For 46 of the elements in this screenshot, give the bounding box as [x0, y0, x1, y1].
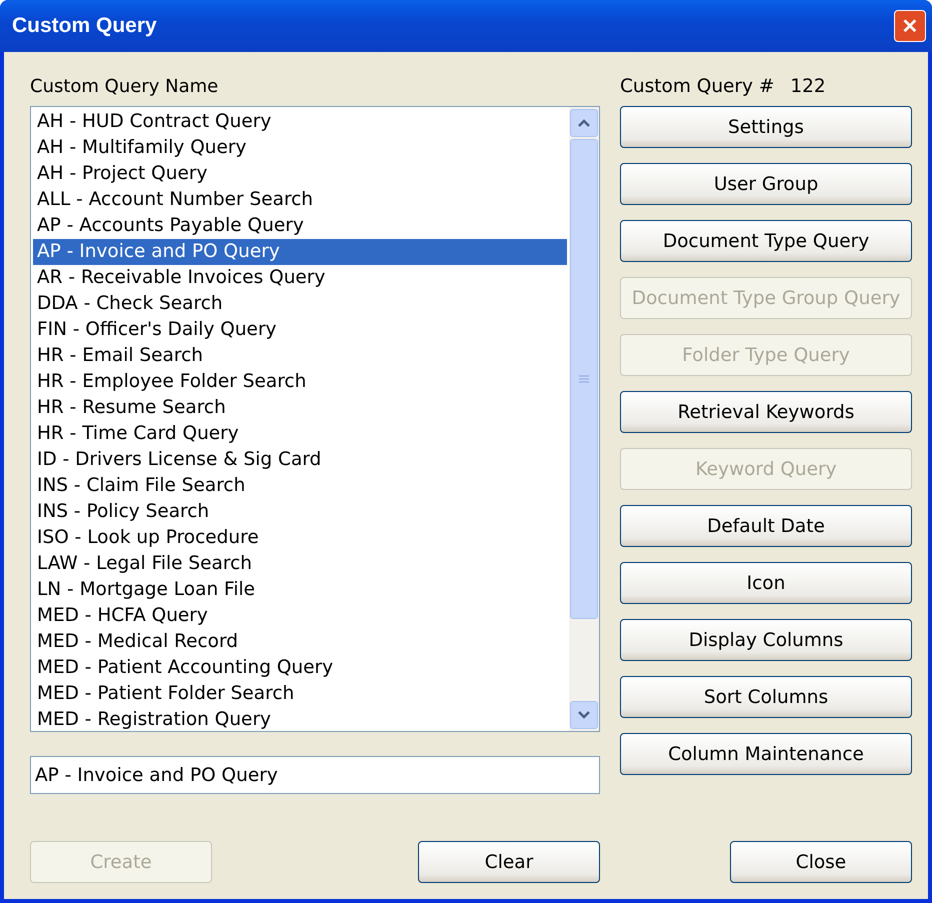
option-button[interactable]: Settings	[620, 106, 912, 148]
close-button[interactable]: ✕	[894, 10, 926, 42]
scroll-down-button[interactable]	[570, 701, 598, 729]
scroll-thumb[interactable]	[570, 139, 598, 619]
list-item[interactable]: LN - Mortgage Loan File	[33, 577, 567, 603]
chevron-down-icon	[578, 711, 590, 719]
list-item[interactable]: INS - Policy Search	[33, 499, 567, 525]
list-item[interactable]: ISO - Look up Procedure	[33, 525, 567, 551]
list-item[interactable]: AP - Accounts Payable Query	[33, 213, 567, 239]
list-item[interactable]: HR - Email Search	[33, 343, 567, 369]
list-label: Custom Query Name	[30, 76, 220, 99]
option-button[interactable]: Retrieval Keywords	[620, 391, 912, 433]
list-item[interactable]: HR - Resume Search	[33, 395, 567, 421]
clear-button[interactable]: Clear	[418, 841, 600, 883]
list-item[interactable]: AP - Invoice and PO Query	[33, 239, 567, 265]
option-button[interactable]: Sort Columns	[620, 676, 912, 718]
list-item[interactable]: AH - Multifamily Query	[33, 135, 567, 161]
list-item[interactable]: AH - Project Query	[33, 161, 567, 187]
list-item[interactable]: AH - HUD Contract Query	[33, 109, 567, 135]
option-button[interactable]: Column Maintenance	[620, 733, 912, 775]
window-title: Custom Query	[12, 14, 157, 38]
option-button[interactable]: User Group	[620, 163, 912, 205]
query-number: 122	[790, 76, 826, 99]
option-button[interactable]: Icon	[620, 562, 912, 604]
list-item[interactable]: ALL - Account Number Search	[33, 187, 567, 213]
list-item[interactable]: HR - Employee Folder Search	[33, 369, 567, 395]
option-button[interactable]: Document Type Query	[620, 220, 912, 262]
query-number-label: Custom Query #	[620, 76, 774, 99]
list-item[interactable]: MED - Patient Accounting Query	[33, 655, 567, 681]
list-item[interactable]: FIN - Officer's Daily Query	[33, 317, 567, 343]
list-item[interactable]: ID - Drivers License & Sig Card	[33, 447, 567, 473]
list-item[interactable]: MED - Patient Folder Search	[33, 681, 567, 707]
option-button[interactable]: Display Columns	[620, 619, 912, 661]
list-item[interactable]: INS - Claim File Search	[33, 473, 567, 499]
list-item[interactable]: LAW - Legal File Search	[33, 551, 567, 577]
option-button[interactable]: Default Date	[620, 505, 912, 547]
chevron-up-icon	[578, 119, 590, 127]
name-field[interactable]: AP - Invoice and PO Query	[30, 756, 600, 794]
list-item[interactable]: MED - Registration Query	[33, 707, 567, 731]
list-item[interactable]: DDA - Check Search	[33, 291, 567, 317]
list-item[interactable]: HR - Time Card Query	[33, 421, 567, 447]
list-item[interactable]: MED - Medical Record	[33, 629, 567, 655]
close-dialog-button[interactable]: Close	[730, 841, 912, 883]
list-item[interactable]: MED - HCFA Query	[33, 603, 567, 629]
list-item[interactable]: AR - Receivable Invoices Query	[33, 265, 567, 291]
scroll-up-button[interactable]	[570, 109, 598, 137]
